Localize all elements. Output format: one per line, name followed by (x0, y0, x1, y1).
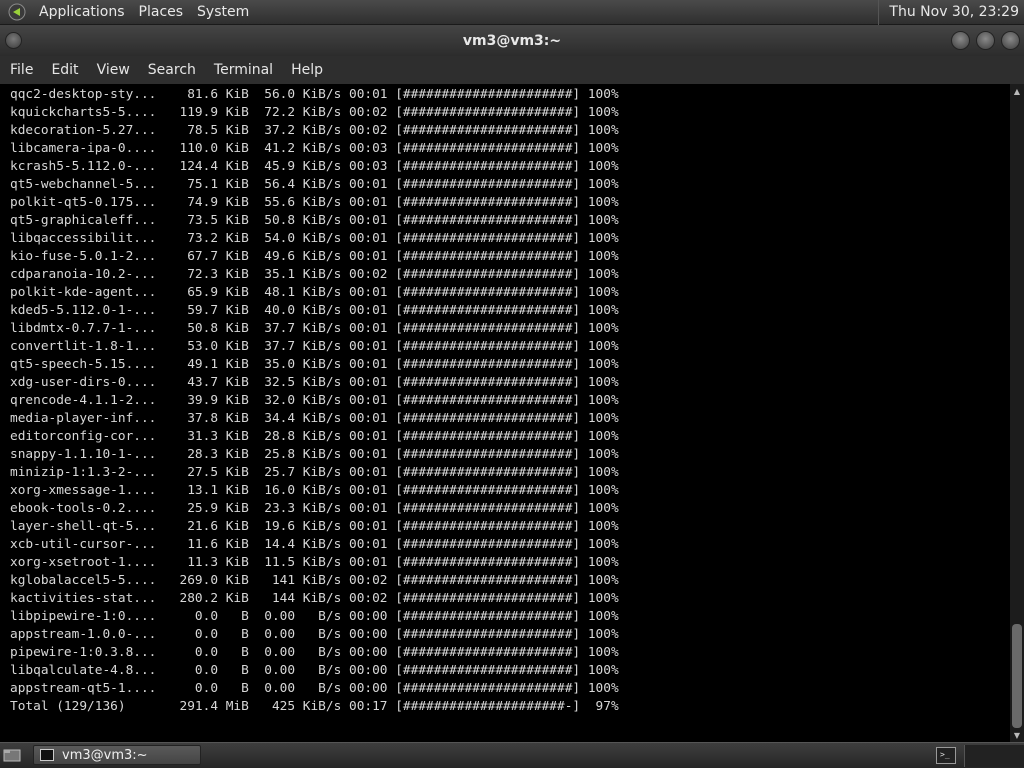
terminal-line: kcrash5-5.112.0-... 124.4 KiB 45.9 KiB/s… (10, 159, 619, 174)
scrollbar-thumb[interactable] (1012, 624, 1022, 728)
window-menu-icon[interactable] (5, 32, 22, 49)
terminal-icon (40, 749, 54, 761)
show-desktop-icon[interactable] (2, 746, 22, 764)
menu-edit[interactable]: Edit (44, 62, 85, 78)
panel-menu-applications[interactable]: Applications (32, 4, 132, 20)
terminal-lines: qqc2-desktop-sty... 81.6 KiB 56.0 KiB/s … (10, 86, 619, 716)
terminal-line: snappy-1.1.10-1-... 28.3 KiB 25.8 KiB/s … (10, 447, 619, 462)
terminal-line: qt5-speech-5.15.... 49.1 KiB 35.0 KiB/s … (10, 357, 619, 372)
gnome-foot-icon[interactable] (8, 3, 26, 21)
terminal-line: libdmtx-0.7.7-1-... 50.8 KiB 37.7 KiB/s … (10, 321, 619, 336)
terminal-line: qrencode-4.1.1-2... 39.9 KiB 32.0 KiB/s … (10, 393, 619, 408)
terminal-line: minizip-1:1.3-2-... 27.5 KiB 25.7 KiB/s … (10, 465, 619, 480)
terminal-line: libpipewire-1:0.... 0.0 B 0.00 B/s 00:00… (10, 609, 619, 624)
terminal-total-line: Total (129/136) 291.4 MiB 425 KiB/s 00:1… (10, 699, 619, 714)
panel-menu-system[interactable]: System (190, 4, 256, 20)
terminal-line: kio-fuse-5.0.1-2... 67.7 KiB 49.6 KiB/s … (10, 249, 619, 264)
panel-menu-places[interactable]: Places (132, 4, 191, 20)
terminal-line: kded5-5.112.0-1-... 59.7 KiB 40.0 KiB/s … (10, 303, 619, 318)
top-panel: Applications Places System Thu Nov 30, 2… (0, 0, 1024, 25)
terminal-line: kglobalaccel5-5.... 269.0 KiB 141 KiB/s … (10, 573, 619, 588)
terminal-line: qqc2-desktop-sty... 81.6 KiB 56.0 KiB/s … (10, 87, 619, 102)
close-icon[interactable] (1001, 31, 1020, 50)
terminal-line: xcb-util-cursor-... 11.6 KiB 14.4 KiB/s … (10, 537, 619, 552)
terminal-line: appstream-qt5-1.... 0.0 B 0.00 B/s 00:00… (10, 681, 619, 696)
terminal-line: cdparanoia-10.2-... 72.3 KiB 35.1 KiB/s … (10, 267, 619, 282)
taskbar-window-label: vm3@vm3:~ (62, 747, 148, 763)
tray-area (964, 745, 1024, 767)
maximize-icon[interactable] (976, 31, 995, 50)
terminal-line: polkit-kde-agent... 65.9 KiB 48.1 KiB/s … (10, 285, 619, 300)
terminal-line: xorg-xmessage-1.... 13.1 KiB 16.0 KiB/s … (10, 483, 619, 498)
menu-file[interactable]: File (3, 62, 40, 78)
scroll-down-icon[interactable]: ▼ (1010, 728, 1024, 742)
terminal-line: kactivities-stat... 280.2 KiB 144 KiB/s … (10, 591, 619, 606)
terminal-scrollbar[interactable]: ▲ ▼ (1010, 84, 1024, 742)
terminal-line: kquickcharts5-5.... 119.9 KiB 72.2 KiB/s… (10, 105, 619, 120)
scroll-up-icon[interactable]: ▲ (1010, 84, 1024, 98)
window-titlebar[interactable]: vm3@vm3:~ (0, 25, 1024, 56)
terminal-line: ebook-tools-0.2.... 25.9 KiB 23.3 KiB/s … (10, 501, 619, 516)
terminal-line: xdg-user-dirs-0.... 43.7 KiB 32.5 KiB/s … (10, 375, 619, 390)
terminal-line: libcamera-ipa-0.... 110.0 KiB 41.2 KiB/s… (10, 141, 619, 156)
terminal-line: qt5-graphicaleff... 73.5 KiB 50.8 KiB/s … (10, 213, 619, 228)
terminal-line: polkit-qt5-0.175... 74.9 KiB 55.6 KiB/s … (10, 195, 619, 210)
window-controls (951, 31, 1020, 50)
terminal-menubar: File Edit View Search Terminal Help (0, 56, 1024, 84)
terminal-line: media-player-inf... 37.8 KiB 34.4 KiB/s … (10, 411, 619, 426)
menu-view[interactable]: View (90, 62, 137, 78)
terminal-line: kdecoration-5.27... 78.5 KiB 37.2 KiB/s … (10, 123, 619, 138)
bottom-taskbar: vm3@vm3:~ >_ (0, 742, 1024, 768)
terminal-output-area[interactable]: qqc2-desktop-sty... 81.6 KiB 56.0 KiB/s … (0, 84, 1010, 742)
window-title: vm3@vm3:~ (462, 32, 562, 49)
terminal-line: libqalculate-4.8... 0.0 B 0.00 B/s 00:00… (10, 663, 619, 678)
taskbar-window-button[interactable]: vm3@vm3:~ (33, 745, 201, 765)
menu-terminal[interactable]: Terminal (207, 62, 280, 78)
tray-terminal-icon[interactable]: >_ (936, 747, 956, 764)
terminal-line: appstream-1.0.0-... 0.0 B 0.00 B/s 00:00… (10, 627, 619, 642)
terminal-line: editorconfig-cor... 31.3 KiB 28.8 KiB/s … (10, 429, 619, 444)
terminal-line: layer-shell-qt-5... 21.6 KiB 19.6 KiB/s … (10, 519, 619, 534)
terminal-line: pipewire-1:0.3.8... 0.0 B 0.00 B/s 00:00… (10, 645, 619, 660)
terminal-line: xorg-xsetroot-1.... 11.3 KiB 11.5 KiB/s … (10, 555, 619, 570)
terminal-line: libqaccessibilit... 73.2 KiB 54.0 KiB/s … (10, 231, 619, 246)
terminal-line: qt5-webchannel-5... 75.1 KiB 56.4 KiB/s … (10, 177, 619, 192)
menu-help[interactable]: Help (284, 62, 330, 78)
minimize-icon[interactable] (951, 31, 970, 50)
menu-search[interactable]: Search (141, 62, 203, 78)
panel-clock[interactable]: Thu Nov 30, 23:29 (878, 0, 1024, 25)
terminal-line: convertlit-1.8-1... 53.0 KiB 37.7 KiB/s … (10, 339, 619, 354)
